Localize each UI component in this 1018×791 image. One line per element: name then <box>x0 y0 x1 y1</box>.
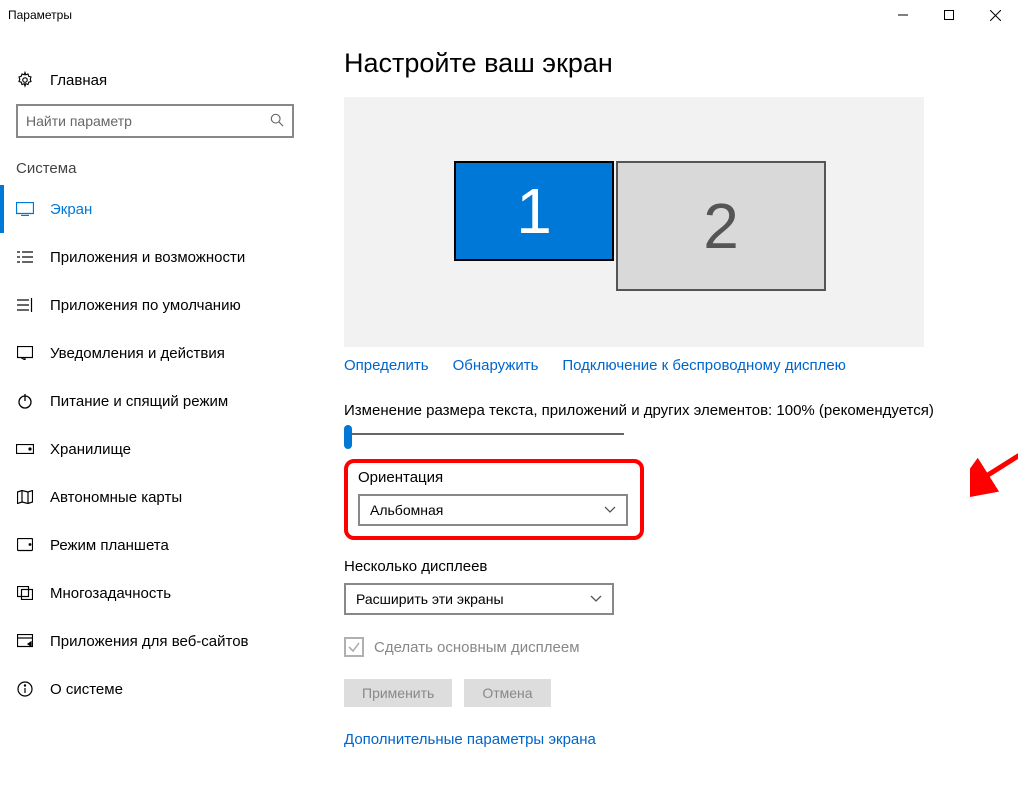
search-input[interactable] <box>26 113 270 129</box>
sidebar-item-default-apps[interactable]: Приложения по умолчанию <box>0 281 310 329</box>
close-button[interactable] <box>972 0 1018 30</box>
sidebar-item-power[interactable]: Питание и спящий режим <box>0 377 310 425</box>
scaling-label: Изменение размера текста, приложений и д… <box>344 402 1018 419</box>
storage-icon <box>16 444 34 454</box>
multi-display-dropdown[interactable]: Расширить эти экраны <box>344 583 614 615</box>
sidebar-item-label: Режим планшета <box>50 537 169 554</box>
slider-thumb[interactable] <box>344 425 352 449</box>
chevron-down-icon <box>590 592 602 606</box>
default-apps-icon <box>16 298 34 312</box>
orientation-highlight: Ориентация Альбомная <box>344 459 644 540</box>
orientation-dropdown[interactable]: Альбомная <box>358 494 628 526</box>
power-icon <box>16 393 34 409</box>
search-input-wrap[interactable] <box>16 104 294 138</box>
tablet-icon <box>16 538 34 552</box>
multitask-icon <box>16 586 34 600</box>
display-icon <box>16 202 34 216</box>
sidebar-item-label: Многозадачность <box>50 585 171 602</box>
sidebar-item-label: Приложения по умолчанию <box>50 297 241 314</box>
orientation-value: Альбомная <box>370 502 443 518</box>
sidebar-item-web-apps[interactable]: Приложения для веб-сайтов <box>0 617 310 665</box>
sidebar-item-label: Хранилище <box>50 441 131 458</box>
main-panel: Настройте ваш экран 1 2 Определить Обнар… <box>310 30 1018 791</box>
identify-link[interactable]: Определить <box>344 357 429 374</box>
display-arrangement[interactable]: 1 2 <box>344 97 924 347</box>
home-nav[interactable]: Главная <box>0 56 310 104</box>
sidebar-item-label: О системе <box>50 681 123 698</box>
cancel-button[interactable]: Отмена <box>464 679 550 707</box>
sidebar-item-multitask[interactable]: Многозадачность <box>0 569 310 617</box>
sidebar-item-display[interactable]: Экран <box>0 185 310 233</box>
sidebar-item-notifications[interactable]: Уведомления и действия <box>0 329 310 377</box>
multi-label: Несколько дисплеев <box>344 558 1018 575</box>
primary-display-checkbox <box>344 637 364 657</box>
titlebar: Параметры <box>0 0 1018 30</box>
gear-icon <box>16 71 34 89</box>
section-label: Система <box>0 144 310 185</box>
sidebar-item-about[interactable]: О системе <box>0 665 310 713</box>
chevron-down-icon <box>604 503 616 517</box>
window-title: Параметры <box>8 8 880 22</box>
wireless-link[interactable]: Подключение к беспроводному дисплею <box>562 357 846 374</box>
multi-value: Расширить эти экраны <box>356 591 504 607</box>
sidebar-item-label: Питание и спящий режим <box>50 393 228 410</box>
search-icon <box>270 113 284 130</box>
sidebar-item-label: Автономные карты <box>50 489 182 506</box>
sidebar-item-label: Приложения и возможности <box>50 249 245 266</box>
orientation-label: Ориентация <box>358 469 630 486</box>
sidebar-item-apps[interactable]: Приложения и возможности <box>0 233 310 281</box>
scaling-slider[interactable] <box>344 433 624 435</box>
sidebar: Главная Система Экран Прилож <box>0 30 310 791</box>
monitor-1[interactable]: 1 <box>454 161 614 261</box>
home-label: Главная <box>50 72 107 89</box>
apply-button[interactable]: Применить <box>344 679 452 707</box>
monitor-2[interactable]: 2 <box>616 161 826 291</box>
sidebar-item-storage[interactable]: Хранилище <box>0 425 310 473</box>
page-heading: Настройте ваш экран <box>344 48 1018 79</box>
sidebar-item-maps[interactable]: Автономные карты <box>0 473 310 521</box>
minimize-button[interactable] <box>880 0 926 30</box>
advanced-settings-link[interactable]: Дополнительные параметры экрана <box>344 731 596 748</box>
list-icon <box>16 250 34 264</box>
sidebar-item-label: Экран <box>50 201 92 218</box>
sidebar-item-label: Уведомления и действия <box>50 345 225 362</box>
notifications-icon <box>16 346 34 360</box>
maximize-button[interactable] <box>926 0 972 30</box>
detect-link[interactable]: Обнаружить <box>453 357 539 374</box>
primary-display-label: Сделать основным дисплеем <box>374 639 580 656</box>
info-icon <box>16 681 34 697</box>
sidebar-item-tablet[interactable]: Режим планшета <box>0 521 310 569</box>
window-controls <box>880 0 1018 30</box>
sidebar-item-label: Приложения для веб-сайтов <box>50 633 249 650</box>
map-icon <box>16 490 34 504</box>
web-apps-icon <box>16 634 34 648</box>
